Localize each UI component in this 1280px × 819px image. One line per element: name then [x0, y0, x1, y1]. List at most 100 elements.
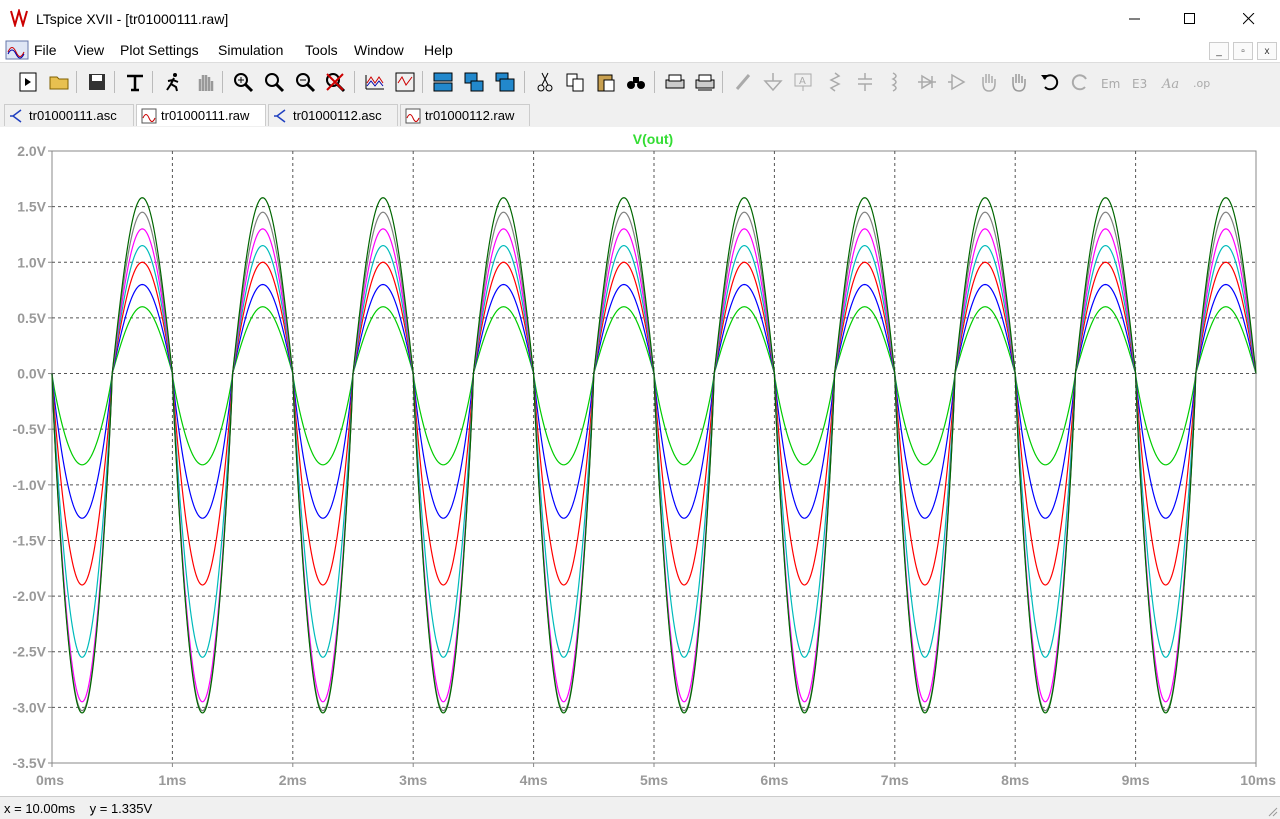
y-tick-label: 0.5V: [17, 310, 46, 326]
y-tick-label: 0.0V: [17, 366, 46, 382]
wire-icon: [735, 74, 751, 90]
resistor-icon: [829, 72, 841, 92]
x-tick-label: 4ms: [520, 772, 548, 788]
undo-button[interactable]: [1037, 69, 1063, 95]
x-tick-label: 10ms: [1240, 772, 1276, 788]
control-panel-icon: [127, 74, 143, 92]
print-button[interactable]: [662, 69, 688, 95]
tab-label: tr01000111.raw: [161, 108, 250, 123]
diode-button[interactable]: [914, 69, 940, 95]
tab-label: tr01000111.asc: [29, 108, 117, 123]
status-bar: x = 10.00ms y = 1.335V: [0, 796, 1280, 819]
autorange-button[interactable]: [362, 69, 388, 95]
rotate-button[interactable]: Em: [1098, 69, 1124, 95]
zoom-out-button[interactable]: [292, 69, 318, 95]
mdi-close-button[interactable]: x: [1257, 42, 1277, 60]
open-button[interactable]: [46, 69, 72, 95]
ground-icon: [763, 73, 783, 92]
halt-button[interactable]: [192, 69, 218, 95]
waveform-chart[interactable]: 2.0V 1.5V 1.0V 0.5V 0.0V -0.5V -1.0V -1.5V -2.0V…: [0, 127, 1280, 796]
tab-tr01000111-asc[interactable]: tr01000111.asc: [4, 104, 134, 126]
redo-button[interactable]: [1067, 69, 1093, 95]
tab-tr01000112-raw[interactable]: tr01000112.raw: [400, 104, 530, 126]
print-setup-button[interactable]: [692, 69, 718, 95]
component-icon: [948, 73, 966, 91]
maximize-icon: [1184, 13, 1195, 24]
menu-simulation[interactable]: Simulation: [218, 42, 283, 58]
inductor-button[interactable]: [882, 69, 908, 95]
paste-button[interactable]: [593, 69, 619, 95]
capacitor-icon: [858, 73, 872, 91]
new-schematic-button[interactable]: [15, 69, 41, 95]
run-button[interactable]: [160, 69, 186, 95]
maximize-button[interactable]: [1167, 0, 1213, 38]
print-icon: [665, 74, 685, 89]
zoom-full-button[interactable]: [392, 69, 418, 95]
y-tick-label: -0.5V: [13, 421, 47, 437]
x-tick-label: 9ms: [1122, 772, 1150, 788]
menu-plot-settings[interactable]: Plot Settings: [120, 42, 199, 58]
text-button[interactable]: Aa: [1159, 69, 1185, 95]
label-button[interactable]: A: [790, 69, 816, 95]
y-tick-label: 1.5V: [17, 199, 46, 215]
x-tick-label: 7ms: [881, 772, 909, 788]
menu-file[interactable]: File: [34, 42, 57, 58]
mdi-restore-button[interactable]: ▫: [1233, 42, 1253, 60]
minimize-icon: [1129, 18, 1140, 20]
x-tick-label: 6ms: [760, 772, 788, 788]
resistor-button[interactable]: [822, 69, 848, 95]
tab-label: tr01000112.asc: [293, 108, 382, 123]
close-icon: [1243, 13, 1255, 25]
chart-title[interactable]: V(out): [633, 131, 673, 147]
ltspice-logo-icon: [10, 9, 28, 27]
menu-help[interactable]: Help: [424, 42, 453, 58]
spice-directive-button[interactable]: .op: [1190, 69, 1216, 95]
move-icon: [982, 74, 996, 92]
find-button[interactable]: [623, 69, 649, 95]
new-schematic-icon: [19, 72, 37, 92]
control-panel-button[interactable]: [122, 69, 148, 95]
print-setup-icon: [695, 74, 715, 91]
ground-button[interactable]: [760, 69, 786, 95]
copy-button[interactable]: [562, 69, 588, 95]
waveform-plot-pane[interactable]: 2.0V 1.5V 1.0V 0.5V 0.0V -0.5V -1.0V -1.5V -2.0V…: [0, 127, 1280, 796]
zoom-cancel-icon: [326, 73, 346, 93]
save-button[interactable]: [84, 69, 110, 95]
wire-button[interactable]: [730, 69, 756, 95]
mirror-icon: E3: [1132, 77, 1147, 91]
capacitor-button[interactable]: [852, 69, 878, 95]
x-tick-label: 2ms: [279, 772, 307, 788]
series-line: [51, 197, 1257, 714]
zoom-pan-button[interactable]: [261, 69, 287, 95]
component-button[interactable]: [944, 69, 970, 95]
cascade-button[interactable]: [461, 69, 487, 95]
zoom-in-button[interactable]: [230, 69, 256, 95]
menu-window[interactable]: Window: [354, 42, 404, 58]
zoom-full-icon: [395, 72, 415, 92]
zoom-out-icon: [296, 73, 316, 93]
move-button[interactable]: [976, 69, 1002, 95]
menu-tools[interactable]: Tools: [305, 42, 338, 58]
y-tick-label: 2.0V: [17, 143, 46, 159]
cut-button[interactable]: [532, 69, 558, 95]
autorange-icon: [365, 75, 384, 90]
tab-tr01000111-raw[interactable]: tr01000111.raw: [136, 104, 266, 126]
drag-button[interactable]: [1006, 69, 1032, 95]
y-tick-label: -2.5V: [13, 644, 47, 660]
text-icon: Aa: [1161, 77, 1179, 92]
x-tick-label: 1ms: [158, 772, 186, 788]
tile-horizontal-button[interactable]: [430, 69, 456, 95]
x-tick-label: 5ms: [640, 772, 668, 788]
tile-vertical-button[interactable]: [492, 69, 518, 95]
diode-icon: [918, 74, 936, 90]
menu-view[interactable]: View: [74, 42, 104, 58]
close-button[interactable]: [1226, 0, 1272, 38]
resize-grip-icon[interactable]: [1266, 805, 1278, 817]
minimize-button[interactable]: [1112, 0, 1158, 38]
mirror-button[interactable]: E3: [1129, 69, 1155, 95]
tab-tr01000112-asc[interactable]: tr01000112.asc: [268, 104, 398, 126]
window-title: LTspice XVII - [tr01000111.raw]: [36, 11, 229, 27]
zoom-cancel-button[interactable]: [322, 69, 348, 95]
waveform-document-icon[interactable]: [5, 40, 29, 60]
mdi-minimize-button[interactable]: _: [1209, 42, 1229, 60]
